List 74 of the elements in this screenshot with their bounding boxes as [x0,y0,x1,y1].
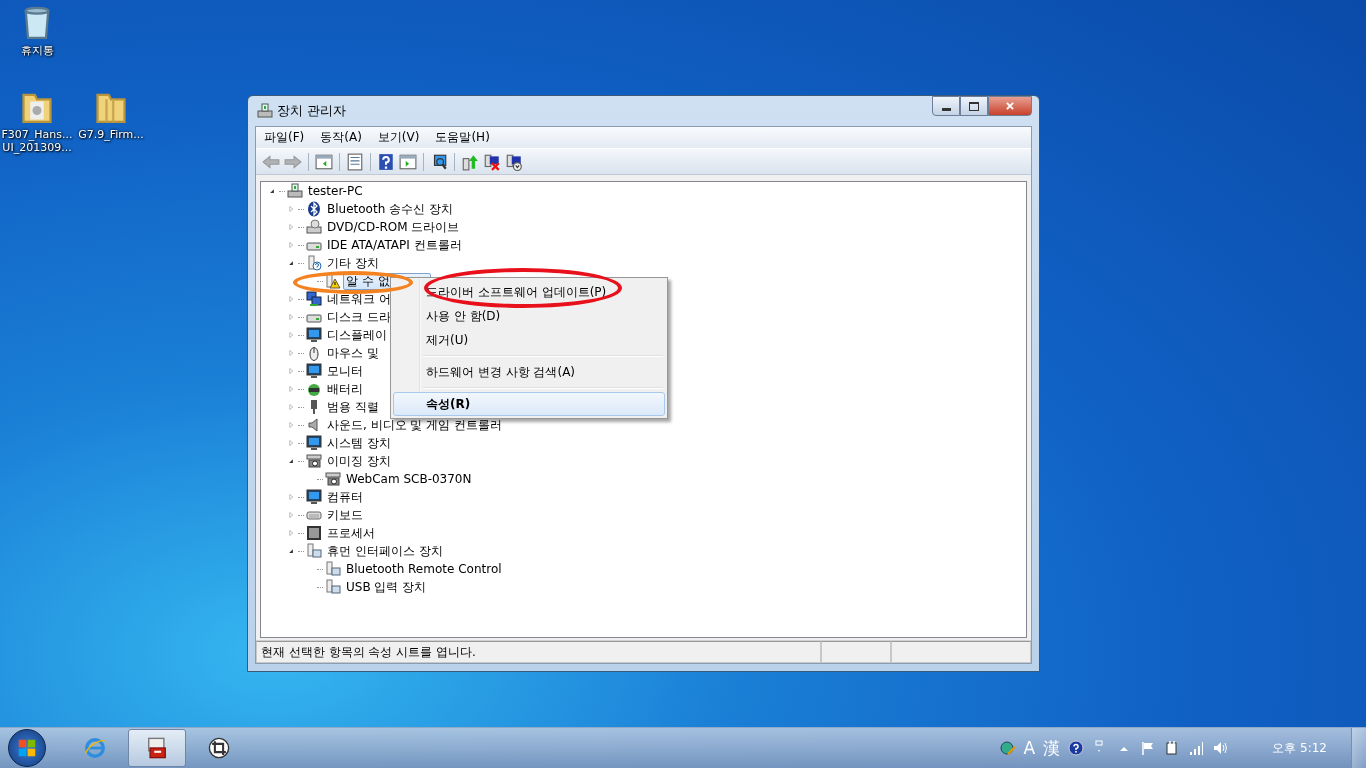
crop-icon [208,737,230,759]
close-button[interactable] [988,96,1032,116]
device-up-arrow-icon[interactable] [461,152,479,171]
maximize-button[interactable] [960,96,988,116]
network-icon [306,291,322,307]
tree-item[interactable]: Bluetooth Remote Control [343,560,505,578]
tree-item[interactable]: WebCam SCB-0370N [343,470,475,488]
menu-item[interactable]: 보기(V) [369,129,428,146]
chip-icon [306,525,322,541]
tree-item[interactable]: 휴먼 인터페이스 장치 [324,542,446,560]
mouse-icon [306,345,322,361]
desktop-icon-label[interactable]: 휴지통 [20,44,54,57]
warning-icon [325,273,341,289]
desktop-icon-label[interactable]: F307_Hans... UI_201309... [1,128,73,154]
camera-icon [325,471,341,487]
toolbox-window-icon [146,737,168,759]
device-icon [325,579,341,595]
device-question-icon [306,255,322,271]
tree-item[interactable]: 컴퓨터 [324,488,366,506]
tree-item[interactable]: 범용 직렬 [324,398,382,416]
tree-item[interactable]: tester-PC [305,182,366,200]
start-logo-icon[interactable] [16,737,38,759]
device-icon [325,561,341,577]
tree-item[interactable]: IDE ATA/ATAPI 컨트롤러 [324,236,465,254]
start-button[interactable] [8,729,46,767]
monitor-icon [306,489,322,505]
help-icon[interactable] [377,152,395,171]
list-window-icon[interactable] [346,152,364,171]
tree-item[interactable]: 키보드 [324,506,366,524]
tree-item[interactable]: Bluetooth 송수신 장치 [324,200,456,218]
monitor-icon [306,435,322,451]
context-menu-item[interactable]: 하드웨어 변경 사항 검색(A) [393,360,665,384]
tree-item[interactable]: 배터리 [324,380,366,398]
menu-item[interactable]: 동작(A) [312,129,370,146]
tree-item[interactable]: 기타 장치 [324,254,382,272]
tree-item[interactable]: 마우스 및 [324,344,382,362]
drive-icon [306,219,322,235]
taskbar-button[interactable] [128,729,186,767]
monitor-icon [306,327,322,343]
computer-icon [287,183,303,199]
help-icon[interactable] [1068,740,1085,756]
close-icon [1005,101,1015,111]
tree-item[interactable]: 시스템 장치 [324,434,394,452]
camera-icon [306,453,322,469]
status-text: 현재 선택한 항목의 속성 시트를 엽니다. [256,641,821,663]
pane-icon[interactable] [399,152,417,171]
window-title: 장치 관리자 [277,102,347,120]
minimize-button[interactable] [932,96,960,116]
tree-item[interactable]: 디스크 드라 [324,308,394,326]
context-menu-item[interactable]: 제거(U) [393,328,665,352]
device-down-arrow-icon[interactable] [505,152,523,171]
menu-item[interactable]: 파일(F) [256,129,313,146]
tree-item[interactable]: 프로세서 [324,524,378,542]
bluetooth-icon [306,201,322,217]
tree-item[interactable]: 디스플레이 [324,326,390,344]
desktop-icon-label[interactable]: G7.9_Firm... [78,128,144,141]
tree-item[interactable]: 사운드, 비디오 및 게임 컨트롤러 [324,416,506,434]
context-menu-item[interactable]: 사용 안 함(D) [393,304,665,328]
monitor-icon [306,363,322,379]
tree-item[interactable]: USB 입력 장치 [343,578,430,596]
device-icon [306,543,322,559]
tree-item[interactable]: 이미징 장치 [324,452,394,470]
device-cross-icon[interactable] [483,152,501,171]
tree-item[interactable]: 모니터 [324,362,366,380]
show-desktop-button[interactable] [1351,728,1366,768]
menu-item[interactable]: 도움말(H) [427,129,498,146]
computer-icon [257,103,273,119]
context-menu-item[interactable]: 속성(R) [393,392,665,416]
browser-e-icon [84,737,106,759]
signal-bars-icon[interactable] [1188,740,1205,756]
tree-item[interactable]: DVD/CD-ROM 드라이브 [324,218,463,236]
speaker-icon[interactable] [1212,740,1229,756]
pane-icon[interactable] [315,152,333,171]
globe-pencil-icon[interactable] [999,740,1016,756]
